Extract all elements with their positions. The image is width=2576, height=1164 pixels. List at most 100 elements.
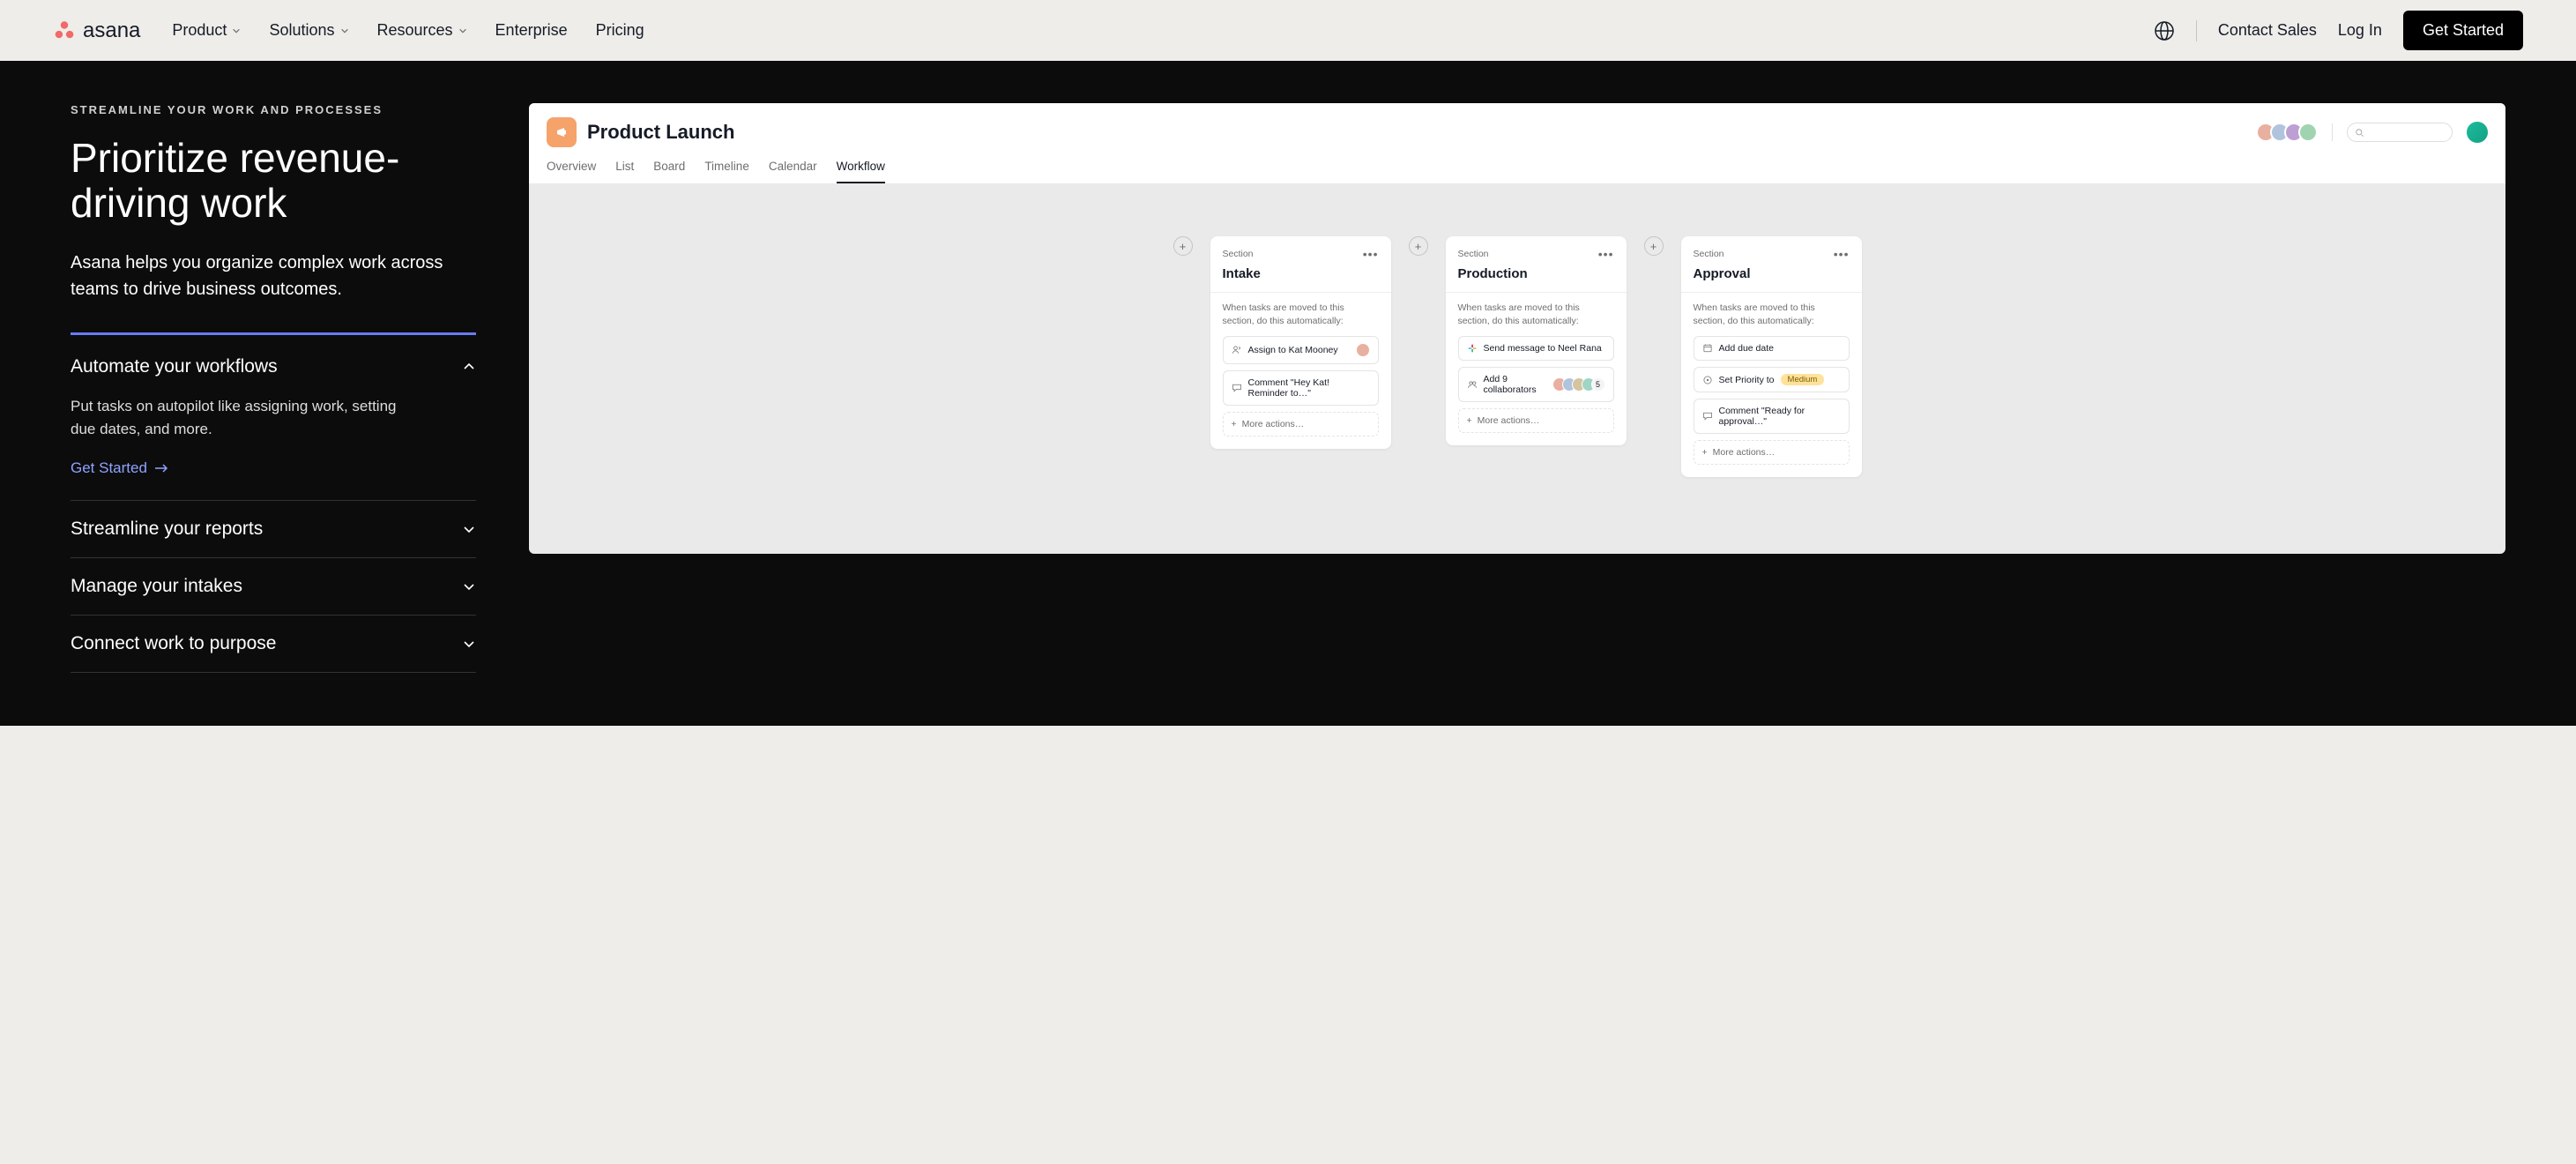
tab-calendar[interactable]: Calendar	[769, 160, 817, 183]
wf-action-comment[interactable]: Comment "Hey Kat! Reminder to…"	[1223, 370, 1379, 406]
wf-action-collaborators[interactable]: Add 9 collaborators 5	[1458, 367, 1614, 402]
add-section-button[interactable]: +	[1173, 236, 1193, 256]
nav-link-enterprise[interactable]: Enterprise	[495, 21, 568, 40]
contact-sales-link[interactable]: Contact Sales	[2218, 21, 2317, 40]
comment-icon	[1702, 411, 1713, 422]
nav-link-label: Product	[172, 21, 227, 40]
wf-more-label: More actions…	[1478, 415, 1540, 426]
accordion-header[interactable]: Streamline your reports	[71, 501, 476, 557]
target-icon	[1702, 375, 1713, 385]
app-header: Product Launch	[529, 103, 2505, 183]
accordion-title: Manage your intakes	[71, 576, 242, 597]
app-title-row: Product Launch	[547, 117, 2488, 147]
tab-workflow[interactable]: Workflow	[837, 160, 885, 183]
workflow-card-approval[interactable]: Section ••• Approval When tasks are move…	[1681, 236, 1862, 477]
top-nav: asana Product Solutions Resources Enterp…	[0, 0, 2576, 61]
wf-action-slack[interactable]: Send message to Neel Rana	[1458, 336, 1614, 361]
accordion-header[interactable]: Connect work to purpose	[71, 616, 476, 672]
wf-action-label: Add 9 collaborators	[1484, 374, 1546, 395]
workflow-card-intake[interactable]: Section ••• Intake When tasks are moved …	[1210, 236, 1391, 449]
more-menu-icon[interactable]: •••	[1598, 247, 1614, 261]
accordion-header[interactable]: Manage your intakes	[71, 558, 476, 615]
wf-section-name: Intake	[1223, 266, 1379, 281]
plus-icon: +	[1232, 419, 1237, 429]
nav-link-pricing[interactable]: Pricing	[596, 21, 644, 40]
nav-link-label: Solutions	[269, 21, 334, 40]
chevron-down-icon	[462, 522, 476, 536]
nav-right: Contact Sales Log In Get Started	[2154, 11, 2523, 50]
accordion-body: Put tasks on autopilot like assigning wo…	[71, 395, 423, 440]
tab-list[interactable]: List	[615, 160, 634, 183]
workflow-canvas: + Section ••• Intake When tasks are move…	[529, 183, 2505, 554]
more-menu-icon[interactable]: •••	[1363, 247, 1379, 261]
wf-action-label: Send message to Neel Rana	[1484, 343, 1602, 354]
wf-section-name: Approval	[1694, 266, 1850, 281]
megaphone-icon	[555, 125, 569, 139]
add-section-connector: +	[1173, 236, 1193, 256]
wf-card-head: Section ••• Intake	[1210, 236, 1391, 293]
asana-logo[interactable]: asana	[53, 19, 140, 43]
tab-overview[interactable]: Overview	[547, 160, 596, 183]
search-input[interactable]	[2347, 123, 2453, 142]
nav-link-solutions[interactable]: Solutions	[269, 21, 348, 40]
more-menu-icon[interactable]: •••	[1834, 247, 1850, 261]
tab-timeline[interactable]: Timeline	[704, 160, 749, 183]
hero-section: STREAMLINE YOUR WORK AND PROCESSES Prior…	[0, 61, 2576, 726]
nav-link-label: Resources	[377, 21, 453, 40]
get-started-button[interactable]: Get Started	[2403, 11, 2523, 50]
wf-more-actions[interactable]: + More actions…	[1458, 408, 1614, 433]
asana-logo-icon	[53, 19, 76, 42]
wf-section-label: Section •••	[1223, 247, 1379, 261]
feature-accordion: Automate your workflows Put tasks on aut…	[71, 332, 476, 673]
add-section-button[interactable]: +	[1409, 236, 1428, 256]
wf-action-label: Add due date	[1719, 343, 1774, 354]
asana-logo-text: asana	[83, 19, 140, 43]
accordion-header[interactable]: Automate your workflows	[71, 335, 476, 395]
wf-action-assign[interactable]: Assign to Kat Mooney	[1223, 336, 1379, 364]
hero-eyebrow: STREAMLINE YOUR WORK AND PROCESSES	[71, 103, 476, 116]
wf-action-duedate[interactable]: Add due date	[1694, 336, 1850, 361]
accordion-item-automate[interactable]: Automate your workflows Put tasks on aut…	[71, 332, 476, 501]
nav-links: Product Solutions Resources Enterprise P…	[172, 21, 644, 40]
wf-more-actions[interactable]: + More actions…	[1223, 412, 1379, 436]
assignee-avatar	[1356, 343, 1370, 357]
wf-card-head: Section ••• Approval	[1681, 236, 1862, 293]
accordion-item-purpose[interactable]: Connect work to purpose	[71, 616, 476, 673]
avatar	[2298, 123, 2318, 142]
add-section-button[interactable]: +	[1644, 236, 1664, 256]
wf-action-comment[interactable]: Comment "Ready for approval…"	[1694, 399, 1850, 434]
globe-icon[interactable]	[2154, 20, 2175, 41]
section-label-text: Section	[1694, 249, 1724, 259]
chevron-down-icon	[462, 579, 476, 593]
workflow-card-production[interactable]: Section ••• Production When tasks are mo…	[1446, 236, 1627, 445]
app-window: Product Launch	[529, 103, 2505, 554]
nav-link-product[interactable]: Product	[172, 21, 241, 40]
chevron-up-icon	[462, 360, 476, 374]
user-avatar[interactable]	[2467, 122, 2488, 143]
hero-title: Prioritize revenue-driving work	[71, 136, 476, 225]
arrow-right-icon	[154, 463, 168, 474]
add-section-connector: +	[1644, 236, 1664, 256]
accordion-item-reports[interactable]: Streamline your reports	[71, 501, 476, 558]
member-avatars[interactable]	[2256, 123, 2318, 142]
wf-card-head: Section ••• Production	[1446, 236, 1627, 293]
wf-action-label: Comment "Hey Kat! Reminder to…"	[1248, 377, 1370, 399]
chevron-down-icon	[340, 26, 349, 35]
accordion-cta-link[interactable]: Get Started	[71, 459, 476, 477]
hero-subtitle: Asana helps you organize complex work ac…	[71, 250, 476, 302]
wf-trigger-text: When tasks are moved to this section, do…	[1694, 302, 1850, 327]
accordion-item-intakes[interactable]: Manage your intakes	[71, 558, 476, 616]
nav-link-label: Enterprise	[495, 21, 568, 40]
login-link[interactable]: Log In	[2338, 21, 2382, 40]
accordion-title: Connect work to purpose	[71, 633, 276, 654]
assign-icon	[1232, 345, 1242, 355]
wf-more-actions[interactable]: + More actions…	[1694, 440, 1850, 465]
people-icon	[1467, 379, 1478, 390]
tab-board[interactable]: Board	[653, 160, 685, 183]
wf-action-priority[interactable]: Set Priority to Medium	[1694, 367, 1850, 392]
hero-mockup: Product Launch	[529, 103, 2505, 554]
wf-more-label: More actions…	[1242, 419, 1305, 429]
nav-link-resources[interactable]: Resources	[377, 21, 467, 40]
section-label-text: Section	[1223, 249, 1254, 259]
chevron-down-icon	[462, 637, 476, 651]
